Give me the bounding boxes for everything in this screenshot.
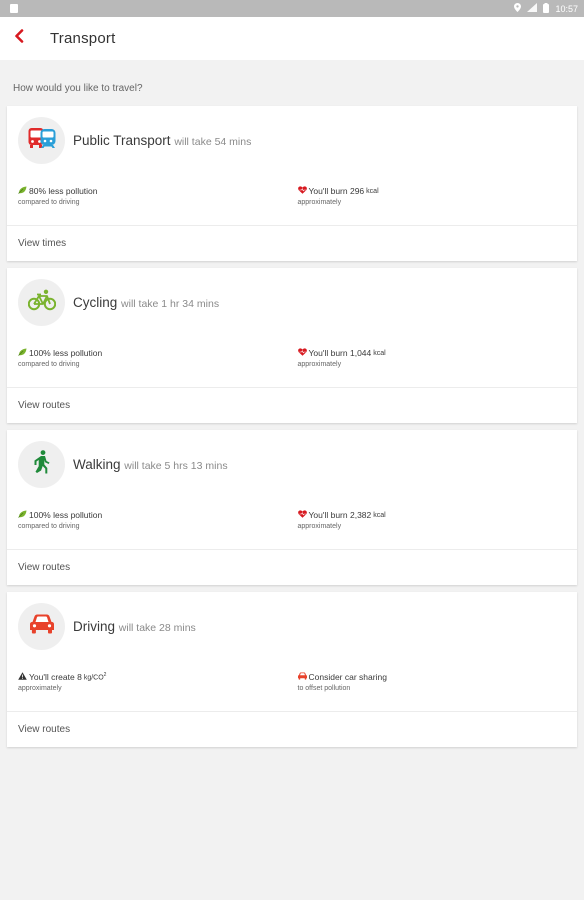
view-routes-button[interactable]: View routes	[7, 387, 577, 423]
emission-text: You'll create 8	[29, 672, 82, 682]
bicycle-icon	[27, 289, 56, 316]
calorie-unit: kcal	[373, 511, 386, 519]
mode-name: Walking	[73, 457, 121, 472]
leaf-icon	[18, 348, 27, 358]
status-icons: 10:57	[514, 2, 578, 15]
mode-title: Walking will take 5 hrs 13 mins	[73, 457, 228, 472]
car-sharing-icon	[297, 672, 307, 682]
mode-name: Public Transport	[73, 133, 171, 148]
mode-name: Driving	[73, 619, 116, 634]
status-bar: 10:57	[0, 0, 584, 17]
mode-duration: will take 28 mins	[118, 622, 196, 634]
calorie-text: You'll burn 1,044	[308, 348, 372, 358]
emission-stat: You'll create 8 kg/CO2 approximately	[18, 671, 298, 711]
card-stats: 80% less pollution compared to driving Y…	[7, 175, 577, 225]
mode-title: Driving will take 28 mins	[73, 619, 196, 634]
pollution-subtext: compared to driving	[18, 523, 80, 530]
mode-duration: will take 1 hr 34 mins	[121, 298, 220, 310]
pollution-stat: 100% less pollution compared to driving	[18, 347, 298, 387]
car-icon	[29, 614, 54, 639]
pollution-text: 100% less pollution	[29, 348, 103, 358]
car-sharing-stat: Consider car sharing to offset pollution	[297, 671, 578, 711]
app-bar: Transport	[0, 17, 584, 60]
pollution-subtext: compared to driving	[18, 361, 80, 368]
mode-icon-circle	[18, 441, 65, 488]
mode-title: Cycling will take 1 hr 34 mins	[73, 295, 219, 310]
travel-prompt: How would you like to travel?	[13, 83, 143, 94]
calorie-subtext: approximately	[297, 199, 342, 206]
transport-card-walking: Walking will take 5 hrs 13 mins 100% les…	[7, 430, 577, 585]
heart-icon	[297, 348, 307, 358]
pollution-subtext: compared to driving	[18, 199, 80, 206]
calorie-text: You'll burn 2,382	[308, 510, 372, 520]
card-stats: 100% less pollution compared to driving …	[7, 499, 577, 549]
warning-icon	[18, 672, 27, 682]
notification-icon	[10, 4, 18, 13]
bus-train-icon	[28, 127, 56, 154]
location-icon	[514, 3, 522, 14]
mode-name: Cycling	[73, 295, 118, 310]
transport-card-cycling: Cycling will take 1 hr 34 mins 100% less…	[7, 268, 577, 423]
calorie-text: You'll burn 296	[308, 186, 365, 196]
mode-icon-circle	[18, 117, 65, 164]
page-title: Transport	[50, 30, 116, 47]
mode-duration: will take 54 mins	[174, 136, 252, 148]
status-time: 10:57	[555, 3, 578, 14]
chevron-left-icon	[14, 29, 24, 48]
transport-card-public-transport: Public Transport will take 54 mins 80% l…	[7, 106, 577, 261]
mode-duration: will take 5 hrs 13 mins	[124, 460, 228, 472]
calorie-stat: You'll burn 1,044 kcal approximately	[298, 347, 578, 387]
calorie-unit: kcal	[373, 349, 386, 357]
calorie-subtext: approximately	[297, 523, 342, 530]
calorie-stat: You'll burn 2,382 kcal approximately	[298, 509, 578, 549]
mode-title: Public Transport will take 54 mins	[73, 133, 251, 148]
heart-icon	[297, 186, 307, 196]
car-sharing-text: Consider car sharing	[308, 672, 387, 682]
heart-icon	[297, 510, 307, 520]
card-header: Driving will take 28 mins	[7, 592, 577, 661]
emission-unit: kg/CO2	[84, 672, 107, 681]
emission-subtext: approximately	[18, 685, 62, 692]
signal-icon	[527, 3, 538, 14]
pollution-stat: 100% less pollution compared to driving	[18, 509, 298, 549]
card-stats: 100% less pollution compared to driving …	[7, 337, 577, 387]
card-stats: You'll create 8 kg/CO2 approximately Con…	[7, 661, 577, 711]
card-header: Public Transport will take 54 mins	[7, 106, 577, 175]
view-routes-button[interactable]: View routes	[7, 711, 577, 747]
back-button[interactable]	[10, 27, 28, 51]
view-times-button[interactable]: View times	[7, 225, 577, 261]
pollution-text: 100% less pollution	[29, 510, 103, 520]
transport-card-driving: Driving will take 28 mins You'll create …	[7, 592, 577, 747]
leaf-icon	[18, 510, 27, 520]
mode-icon-circle	[18, 603, 65, 650]
pollution-text: 80% less pollution	[29, 186, 98, 196]
walking-person-icon	[32, 450, 52, 479]
calorie-unit: kcal	[366, 187, 379, 195]
emission-unit-label: kg/CO	[83, 674, 104, 682]
mode-icon-circle	[18, 279, 65, 326]
emission-unit-sup: 2	[103, 672, 107, 679]
battery-icon	[543, 2, 550, 15]
card-header: Cycling will take 1 hr 34 mins	[7, 268, 577, 337]
leaf-icon	[18, 186, 27, 196]
transport-options-list: Public Transport will take 54 mins 80% l…	[7, 106, 577, 754]
card-header: Walking will take 5 hrs 13 mins	[7, 430, 577, 499]
pollution-stat: 80% less pollution compared to driving	[18, 185, 298, 225]
calorie-stat: You'll burn 296 kcal approximately	[298, 185, 578, 225]
view-routes-button[interactable]: View routes	[7, 549, 577, 585]
calorie-subtext: approximately	[297, 361, 342, 368]
car-sharing-subtext: to offset pollution	[297, 685, 351, 692]
